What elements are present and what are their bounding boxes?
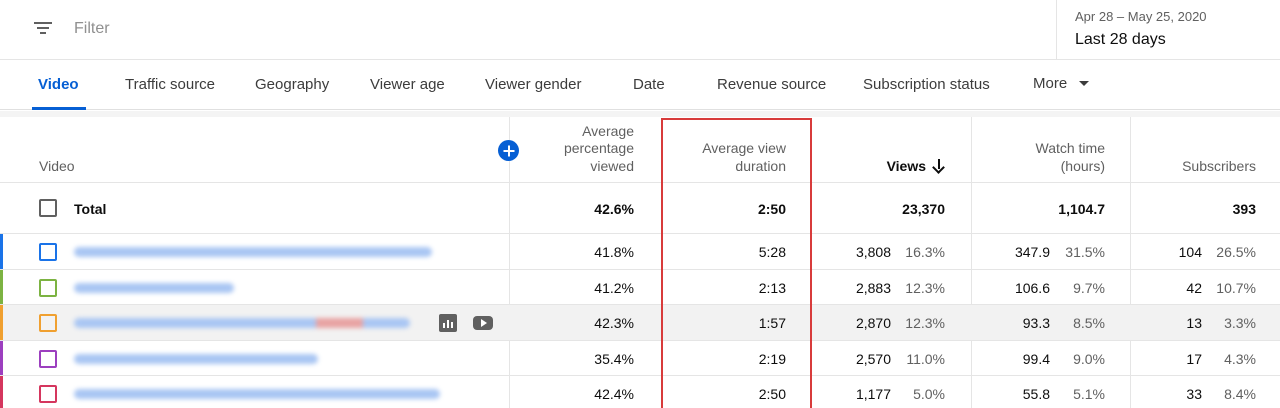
tab-more-label: More <box>1033 75 1068 92</box>
row-checkbox[interactable] <box>39 349 57 368</box>
cell-subscribers-share: 10.7% <box>1216 279 1256 296</box>
cell-subscribers-share: 4.3% <box>1224 350 1256 367</box>
row-color-indicator <box>0 305 3 340</box>
row-checkbox[interactable] <box>39 278 57 297</box>
cell-subscribers-share: 8.4% <box>1224 386 1256 402</box>
cell-subscribers: 42 <box>1186 279 1202 296</box>
tab-viewer-age[interactable]: Viewer age <box>370 60 445 110</box>
cell-subscribers-share: 26.5% <box>1216 244 1256 260</box>
cell-watch-time: 106.6 <box>1014 279 1050 296</box>
total-avg-duration: 2:50 <box>757 201 786 217</box>
cell-views-share: 12.3% <box>905 279 945 296</box>
row-color-indicator <box>0 376 3 408</box>
row-color-indicator <box>0 234 3 269</box>
col-header-avg-duration[interactable]: Average view duration <box>690 117 786 183</box>
tab-video[interactable]: Video <box>32 60 86 110</box>
table-row[interactable]: 42.4% 2:50 1,177 5.0% 55.8 5.1% 33 8.4% <box>0 376 1280 408</box>
col-header-video[interactable]: Video <box>39 117 239 183</box>
cell-watch-time-share: 31.5% <box>1065 244 1105 260</box>
col-header-views[interactable]: Views <box>830 117 945 183</box>
cell-avg-percentage: 41.2% <box>594 279 634 296</box>
cell-watch-time-share: 5.1% <box>1073 386 1105 402</box>
cell-views-share: 12.3% <box>905 315 945 331</box>
video-title-link[interactable] <box>74 247 432 257</box>
dimension-tabs: Video Traffic source Geography Viewer ag… <box>0 60 1280 110</box>
col-header-watch-time[interactable]: Watch time (hours) <box>1004 117 1106 183</box>
video-title-link[interactable] <box>74 353 318 364</box>
table-row[interactable]: 42.3% 1:57 2,870 12.3% 93.3 8.5% 13 3.3% <box>0 305 1280 341</box>
cell-avg-duration: 2:50 <box>758 386 786 402</box>
col-header-subscribers[interactable]: Subscribers <box>1160 117 1256 183</box>
cell-watch-time: 93.3 <box>1022 315 1050 331</box>
cell-avg-percentage: 42.3% <box>594 315 634 331</box>
cell-avg-duration: 2:19 <box>758 350 786 367</box>
cell-avg-duration: 1:57 <box>758 315 786 331</box>
filter-input[interactable] <box>74 18 574 40</box>
col-header-avg-percentage[interactable]: Average percentage viewed <box>534 117 634 183</box>
cell-avg-duration: 2:13 <box>758 279 786 296</box>
video-title-link[interactable] <box>74 318 410 328</box>
cell-watch-time-share: 9.7% <box>1073 279 1105 296</box>
date-period-label: Last 28 days <box>1075 31 1166 48</box>
cell-views: 2,570 <box>855 350 891 367</box>
cell-views-share: 11.0% <box>906 350 945 367</box>
date-range-picker[interactable]: Apr 28 – May 25, 2020 Last 28 days <box>1056 0 1280 60</box>
total-row: Total 42.6% 2:50 23,370 1,104.7 393 <box>0 183 1280 234</box>
cell-watch-time: 347.9 <box>1014 244 1050 260</box>
tab-traffic-source[interactable]: Traffic source <box>125 60 215 110</box>
caret-down-icon <box>1079 81 1090 86</box>
add-column-icon[interactable] <box>498 140 519 161</box>
video-title-link[interactable] <box>74 282 234 293</box>
tab-more[interactable]: More <box>1033 59 1090 109</box>
table-row[interactable]: 35.4% 2:19 2,570 11.0% 99.4 9.0% 17 4.3% <box>0 340 1280 376</box>
cell-avg-percentage: 41.8% <box>594 244 634 260</box>
cell-watch-time-share: 9.0% <box>1073 350 1105 367</box>
total-views: 23,370 <box>902 201 945 217</box>
tab-viewer-gender[interactable]: Viewer gender <box>485 60 581 110</box>
filter-icon[interactable] <box>33 20 53 36</box>
table-header: Video Average percentage viewed Average … <box>0 117 1280 183</box>
cell-subscribers-share: 3.3% <box>1224 315 1256 331</box>
cell-avg-duration: 5:28 <box>758 244 786 260</box>
row-color-indicator <box>0 269 3 304</box>
cell-views: 2,883 <box>855 279 891 296</box>
cell-subscribers: 17 <box>1186 350 1202 367</box>
total-label: Total <box>74 201 107 217</box>
select-all-checkbox[interactable] <box>39 199 57 217</box>
cell-watch-time: 99.4 <box>1022 350 1050 367</box>
table-row[interactable]: 41.2% 2:13 2,883 12.3% 106.6 9.7% 42 10.… <box>0 269 1280 305</box>
tab-date[interactable]: Date <box>633 60 665 110</box>
col-header-views-label: Views <box>886 157 926 174</box>
cell-avg-percentage: 42.4% <box>594 386 634 402</box>
total-subscribers: 393 <box>1232 201 1256 217</box>
cell-views: 3,808 <box>855 244 891 260</box>
youtube-play-icon[interactable] <box>473 316 493 330</box>
analytics-icon[interactable] <box>439 314 457 332</box>
tab-revenue-source[interactable]: Revenue source <box>717 60 826 110</box>
row-checkbox[interactable] <box>39 243 57 261</box>
cell-subscribers: 13 <box>1186 315 1202 331</box>
cell-avg-percentage: 35.4% <box>594 350 634 367</box>
cell-views: 2,870 <box>855 315 891 331</box>
video-title-link[interactable] <box>74 389 440 399</box>
row-checkbox[interactable] <box>39 385 57 403</box>
cell-watch-time: 55.8 <box>1022 386 1050 402</box>
cell-views-share: 5.0% <box>913 386 945 402</box>
tab-subscription-status[interactable]: Subscription status <box>863 60 990 110</box>
cell-views: 1,177 <box>855 386 891 402</box>
row-color-indicator <box>0 340 3 375</box>
sort-descending-icon <box>933 158 945 172</box>
filter-bar: Apr 28 – May 25, 2020 Last 28 days <box>0 0 1280 60</box>
cell-watch-time-share: 8.5% <box>1073 315 1105 331</box>
row-checkbox[interactable] <box>39 314 57 332</box>
date-range-text: Apr 28 – May 25, 2020 <box>1075 9 1207 24</box>
total-avg-percentage: 42.6% <box>594 201 634 217</box>
table-row[interactable]: 41.8% 5:28 3,808 16.3% 347.9 31.5% 104 2… <box>0 234 1280 270</box>
tab-geography[interactable]: Geography <box>255 60 329 110</box>
total-watch-time: 1,104.7 <box>1058 201 1105 217</box>
cell-views-share: 16.3% <box>905 244 945 260</box>
cell-subscribers: 33 <box>1186 386 1202 402</box>
cell-subscribers: 104 <box>1178 244 1202 260</box>
